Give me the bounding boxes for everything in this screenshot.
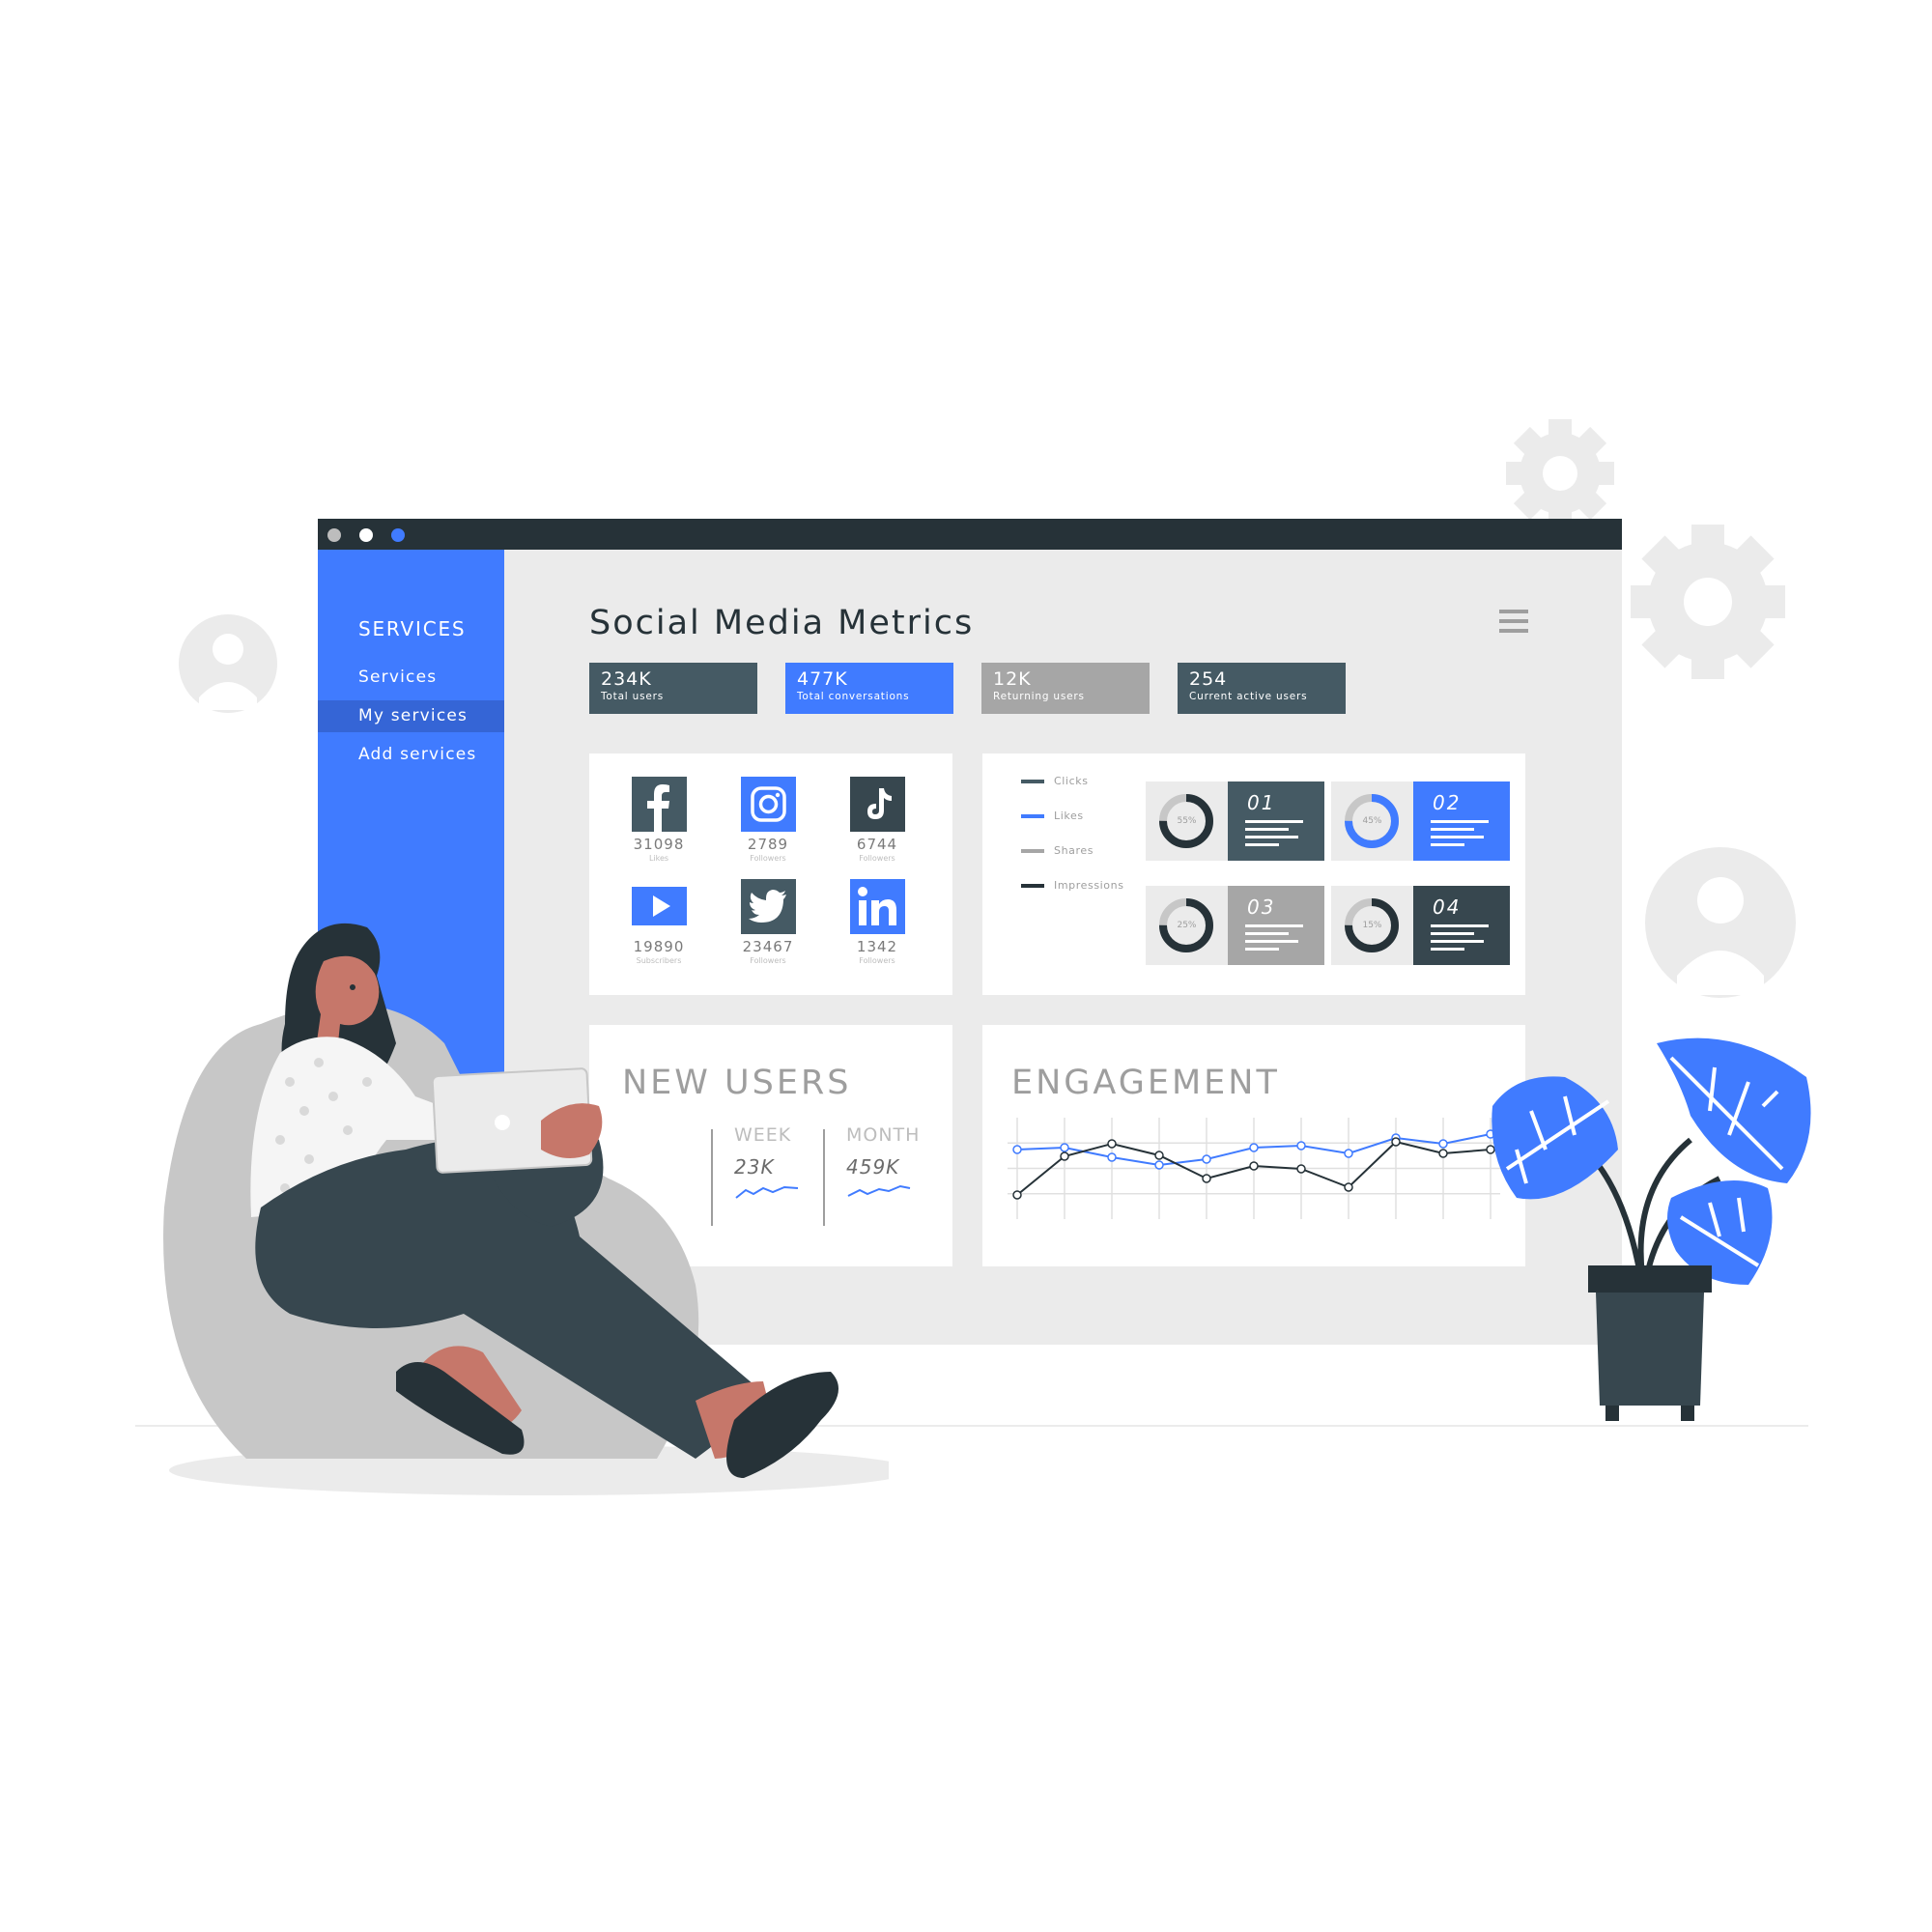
stat-current-active-users[interactable]: 254 Current active users xyxy=(1178,663,1346,714)
sidebar-item-add-services[interactable]: Add services xyxy=(318,739,504,771)
stat-returning-users[interactable]: 12K Returning users xyxy=(981,663,1150,714)
metrics-breakdown-card: Clicks Likes Shares Impressions 55% 01 4… xyxy=(982,753,1525,995)
data-point xyxy=(1296,1141,1306,1151)
social-unit: Likes xyxy=(648,854,669,863)
facebook-icon xyxy=(631,777,687,832)
hamburger-menu-icon[interactable] xyxy=(1499,610,1528,639)
legend-clicks[interactable]: Clicks xyxy=(1021,775,1089,787)
data-point xyxy=(1438,1149,1448,1158)
breakdown-tile-01[interactable]: 55% 01 xyxy=(1146,781,1324,861)
instagram-icon xyxy=(740,777,796,832)
breakdown-percent: 45% xyxy=(1362,816,1382,826)
stat-value: 234K xyxy=(601,668,652,690)
data-point xyxy=(1344,1182,1353,1192)
breakdown-number: 03 xyxy=(1247,895,1276,919)
data-point xyxy=(1154,1151,1164,1160)
data-point xyxy=(1202,1154,1211,1164)
data-point xyxy=(1344,1149,1353,1158)
social-item-instagram[interactable]: 2789 Followers xyxy=(739,777,797,863)
breakdown-tile-04[interactable]: 15% 04 xyxy=(1331,886,1510,965)
stat-label: Total conversations xyxy=(797,691,910,702)
window-maximize-dot[interactable] xyxy=(391,528,405,542)
data-point xyxy=(1012,1145,1022,1154)
stat-value: 477K xyxy=(797,668,848,690)
breakdown-tile-02[interactable]: 45% 02 xyxy=(1331,781,1510,861)
engagement-card: ENGAGEMENT xyxy=(982,1025,1525,1266)
social-count: 31098 xyxy=(633,836,685,853)
stat-total-users[interactable]: 234K Total users xyxy=(589,663,757,714)
sidebar-item-my-services[interactable]: My services xyxy=(318,700,504,732)
stat-label: Returning users xyxy=(993,691,1085,702)
data-point xyxy=(1107,1139,1117,1149)
stat-value: 12K xyxy=(993,668,1032,690)
data-point xyxy=(1249,1161,1259,1171)
page-title: Social Media Metrics xyxy=(589,604,975,642)
data-point xyxy=(1107,1152,1117,1162)
data-point xyxy=(1438,1139,1448,1149)
social-count: 2789 xyxy=(747,836,789,853)
woman-on-beanbag-with-tablet xyxy=(163,923,889,1495)
sidebar-item-services[interactable]: Services xyxy=(318,662,504,694)
data-point xyxy=(1296,1164,1306,1174)
gear-icon xyxy=(1631,525,1785,679)
illustration-scene: SERVICES Services My services Add servic… xyxy=(0,0,1932,1932)
social-unit: Followers xyxy=(750,854,786,863)
data-point xyxy=(1060,1151,1069,1161)
engagement-heading: ENGAGEMENT xyxy=(1011,1064,1280,1102)
data-point xyxy=(1202,1174,1211,1183)
data-point xyxy=(1060,1143,1069,1152)
potted-monstera-plant xyxy=(1492,1037,1811,1421)
social-item-facebook[interactable]: 31098 Likes xyxy=(630,777,688,863)
data-point xyxy=(1249,1143,1259,1152)
stat-label: Current active users xyxy=(1189,691,1308,702)
social-item-tiktok[interactable]: 6744 Followers xyxy=(848,777,906,863)
breakdown-number: 01 xyxy=(1247,791,1276,814)
stat-total-conversations[interactable]: 477K Total conversations xyxy=(785,663,953,714)
social-unit: Followers xyxy=(859,854,895,863)
legend-likes[interactable]: Likes xyxy=(1021,810,1084,822)
window-titlebar xyxy=(318,519,1622,550)
engagement-line-chart[interactable] xyxy=(1008,1118,1500,1234)
sidebar-heading: SERVICES xyxy=(358,617,467,640)
data-point xyxy=(1154,1160,1164,1170)
window-close-dot[interactable] xyxy=(327,528,341,542)
stat-value: 254 xyxy=(1189,668,1228,690)
tiktok-icon xyxy=(849,777,905,832)
social-count: 6744 xyxy=(856,836,898,853)
breakdown-tile-03[interactable]: 25% 03 xyxy=(1146,886,1324,965)
gear-icon xyxy=(1506,419,1614,527)
user-avatar-icon xyxy=(1645,847,1796,998)
stat-label: Total users xyxy=(601,691,665,702)
window-minimize-dot[interactable] xyxy=(359,528,373,542)
breakdown-percent: 25% xyxy=(1177,921,1197,930)
breakdown-percent: 15% xyxy=(1362,921,1382,930)
user-avatar-icon xyxy=(179,614,277,713)
breakdown-percent: 55% xyxy=(1177,816,1197,826)
legend-shares[interactable]: Shares xyxy=(1021,844,1094,857)
legend-impressions[interactable]: Impressions xyxy=(1021,879,1124,892)
data-point xyxy=(1391,1137,1401,1147)
breakdown-number: 04 xyxy=(1433,895,1462,919)
data-point xyxy=(1012,1190,1022,1200)
breakdown-number: 02 xyxy=(1433,791,1462,814)
